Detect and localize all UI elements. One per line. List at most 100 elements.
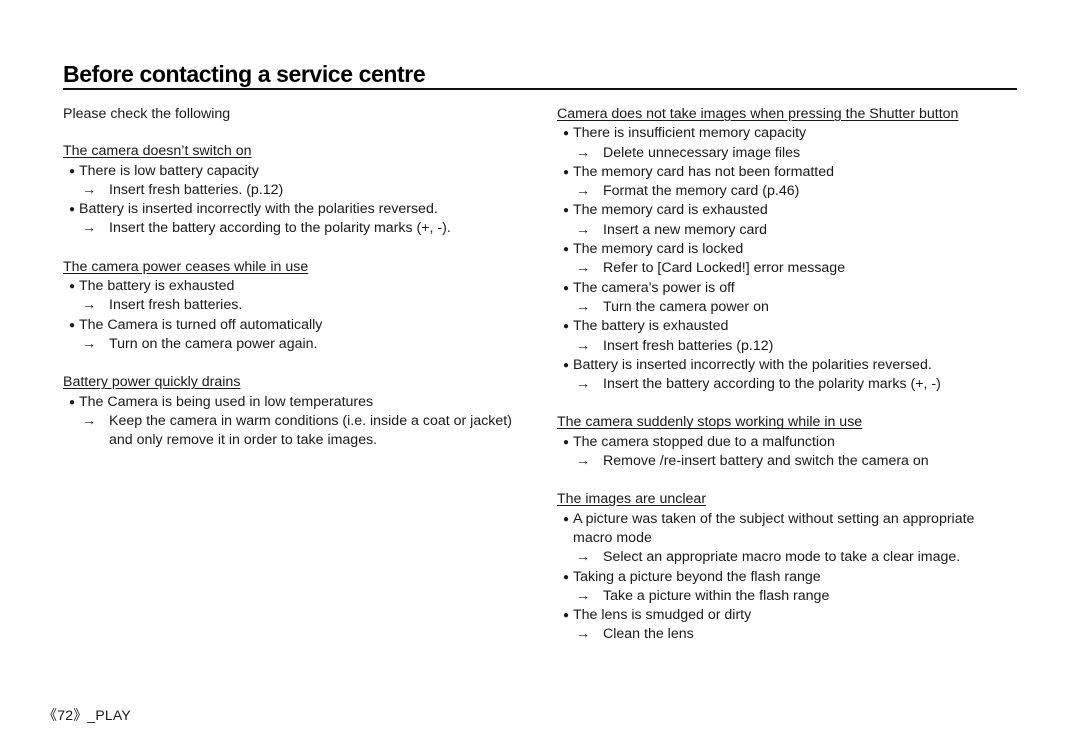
section-name: _PLAY	[87, 707, 131, 723]
problem-item: ● Taking a picture beyond the flash range…	[557, 568, 997, 607]
fix-text: Insert fresh batteries (p.12)	[603, 337, 774, 354]
fix-text: Format the memory card (p.46)	[603, 183, 800, 200]
cause-text: The battery is exhausted	[79, 278, 235, 295]
cause-text: There is insufficient memory capacity	[573, 125, 807, 142]
fix-line: → Insert fresh batteries. (p.12)	[69, 181, 533, 200]
problem-item: ● The battery is exhausted → Insert fresh b…	[557, 317, 997, 356]
cause-line: ● The lens is smudged or dirty	[563, 606, 997, 625]
right-column: Camera does not take images when pressin…	[557, 105, 997, 664]
arrow-right-icon: →	[576, 260, 591, 277]
bullet-icon: ●	[69, 319, 76, 331]
problem-item: ● The memory card is locked → Refer to [Car…	[557, 240, 997, 279]
problem-item: ● The Camera is being used in low tempera…	[63, 393, 533, 451]
intro-text: Please check the following	[63, 106, 231, 122]
arrow-right-icon: →	[576, 626, 591, 643]
page-footer: 《72》_PLAY	[43, 705, 131, 725]
page-number: 72	[57, 707, 74, 723]
cause-text: Battery is inserted incorrectly with the…	[79, 201, 438, 218]
cause-line: ● Taking a picture beyond the flash range	[563, 568, 997, 587]
fix-line: → Insert the battery according to the pol…	[69, 219, 533, 238]
fix-line: → Take a picture within the flash range	[563, 587, 997, 606]
fix-text: Insert a new memory card	[603, 221, 768, 238]
bullet-icon: ●	[563, 205, 570, 217]
troubleshooting-section: Battery power quickly drains ● The Camera …	[63, 373, 533, 450]
problem-item: ● The memory card is exhausted → Insert a n…	[557, 201, 997, 240]
fix-text: Delete unnecessary image files	[603, 144, 801, 161]
cause-line: ● The camera's power is off	[563, 279, 997, 298]
section-heading: The camera doesn’t switch on	[63, 143, 252, 160]
fix-text: Keep the camera in warm conditions (i.e.…	[109, 412, 512, 449]
problem-item: ● A picture was taken of the subject with…	[557, 510, 997, 568]
left-sections: The camera doesn’t switch on ● There is lo…	[63, 142, 533, 450]
fix-line: → Delete unnecessary image files	[563, 144, 997, 163]
problem-item: ● Battery is inserted incorrectly with th…	[63, 200, 533, 239]
cause-line: ● The Camera is turned off automatically	[69, 316, 533, 335]
bullet-icon: ●	[563, 513, 570, 525]
fix-text: Turn on the camera power again.	[109, 335, 318, 352]
footer-open-bracket: 《	[43, 707, 58, 723]
troubleshooting-section: The images are unclear ● A picture was tak…	[557, 490, 997, 644]
cause-line: ● The battery is exhausted	[69, 277, 533, 296]
cause-text: Taking a picture beyond the flash range	[573, 568, 821, 585]
problem-item: ● The camera stopped due to a malfunction…	[557, 433, 997, 472]
arrow-right-icon: →	[82, 297, 97, 314]
arrow-right-icon: →	[576, 453, 591, 470]
section-heading: The camera suddenly stops working while …	[557, 414, 863, 431]
fix-line: → Select an appropriate macro mode to tak…	[563, 548, 997, 567]
cause-text: Battery is inserted incorrectly with the…	[573, 356, 932, 373]
bullet-icon: ●	[563, 282, 570, 294]
problem-item: ● The memory card has not been formatted →…	[557, 163, 997, 202]
arrow-right-icon: →	[576, 298, 591, 315]
bullet-icon: ●	[563, 166, 570, 178]
section-heading: The images are unclear	[557, 491, 707, 508]
problem-item: ● The camera's power is off → Turn the came…	[557, 279, 997, 318]
cause-text: There is low battery capacity	[79, 162, 259, 179]
problem-item: ● There is insufficient memory capacity → D…	[557, 124, 997, 163]
cause-text: The Camera is turned off automatically	[79, 316, 323, 333]
cause-text: The camera stopped due to a malfunction	[573, 433, 835, 450]
cause-line: ● There is low battery capacity	[69, 162, 533, 181]
arrow-right-icon: →	[576, 221, 591, 238]
bullet-icon: ●	[69, 281, 76, 293]
arrow-right-icon: →	[82, 412, 97, 429]
arrow-right-icon: →	[576, 376, 591, 393]
cause-text: The camera's power is off	[573, 279, 735, 296]
troubleshooting-section: The camera doesn’t switch on ● There is lo…	[63, 142, 533, 238]
bullet-icon: ●	[563, 571, 570, 583]
cause-line: ● The Camera is being used in low tempera…	[69, 393, 533, 412]
bullet-icon: ●	[563, 359, 570, 371]
fix-text: Insert fresh batteries. (p.12)	[109, 181, 284, 198]
arrow-right-icon: →	[576, 183, 591, 200]
fix-line: → Insert fresh batteries.	[69, 296, 533, 315]
cause-text: The Camera is being used in low temperat…	[79, 393, 374, 410]
bullet-icon: ●	[563, 321, 570, 333]
cause-text: The battery is exhausted	[573, 318, 729, 335]
fix-line: → Clean the lens	[563, 625, 997, 644]
fix-text: Insert the battery according to the pola…	[603, 376, 941, 393]
arrow-right-icon: →	[576, 549, 591, 566]
troubleshooting-section: The camera suddenly stops working while …	[557, 413, 997, 471]
problem-item: ● There is low battery capacity → Insert fr…	[63, 162, 533, 201]
problem-item: ● Battery is inserted incorrectly with th…	[557, 356, 997, 395]
fix-line: → Insert fresh batteries (p.12)	[563, 337, 997, 356]
arrow-right-icon: →	[82, 220, 97, 237]
cause-line: ● The camera stopped due to a malfunction	[563, 433, 997, 452]
fix-line: → Keep the camera in warm conditions (i.e…	[69, 412, 533, 451]
right-sections: Camera does not take images when pressin…	[557, 105, 997, 645]
problem-item: ● The battery is exhausted → Insert fresh b…	[63, 277, 533, 316]
cause-line: ● The battery is exhausted	[563, 317, 997, 336]
fix-text: Take a picture within the flash range	[603, 587, 830, 604]
footer-close-bracket: 》	[73, 707, 88, 723]
fix-line: → Insert a new memory card	[563, 221, 997, 240]
fix-line: → Format the memory card (p.46)	[563, 182, 997, 201]
fix-line: → Insert the battery according to the pol…	[563, 375, 997, 394]
section-heading: Battery power quickly drains	[63, 374, 241, 391]
fix-text: Insert the battery according to the pola…	[109, 220, 451, 237]
cause-line: ● Battery is inserted incorrectly with th…	[69, 200, 533, 219]
cause-text: The memory card has not been formatted	[573, 163, 835, 180]
arrow-right-icon: →	[576, 587, 591, 604]
fix-text: Select an appropriate macro mode to take…	[603, 549, 961, 566]
section-heading: The camera power ceases while in use	[63, 258, 309, 275]
problem-item: ● The Camera is turned off automatically →…	[63, 316, 533, 355]
fix-line: → Refer to [Card Locked!] error message	[563, 259, 997, 278]
